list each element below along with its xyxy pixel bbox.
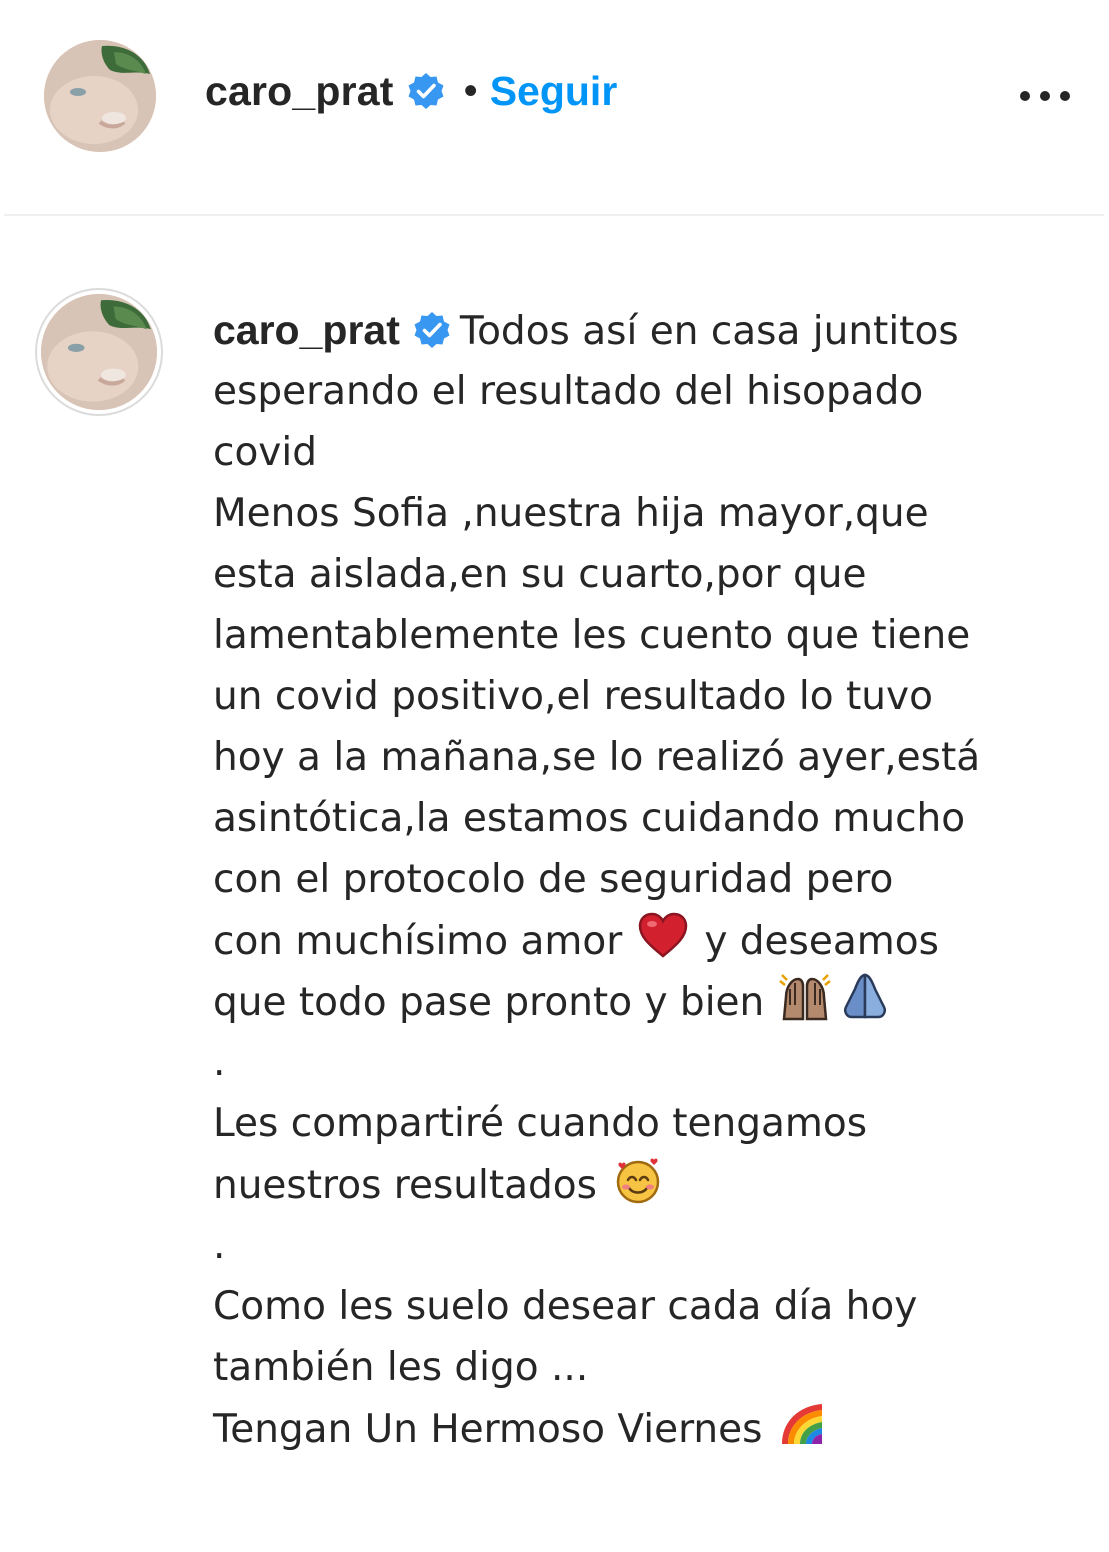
caption-line: con muchísimo amor y deseamos [213, 910, 1093, 971]
caption-line: que todo pase pronto y bien [213, 971, 1093, 1032]
heart-icon [636, 910, 690, 962]
separator-dot: • [463, 68, 478, 113]
header-identity: caro_prat • Seguir [205, 62, 617, 120]
header-divider [4, 214, 1104, 216]
caption-line: esta aislada,en su cuarto,por que [213, 552, 867, 597]
caption-avatar[interactable] [41, 294, 157, 410]
profile-avatar[interactable] [44, 40, 156, 152]
caption-text: Tengan Un Hermoso Viernes [213, 1407, 763, 1452]
raising-hands-icon [778, 971, 832, 1023]
caption-line: caro_prat Todos así en casa juntitos [213, 300, 1093, 361]
caption-line: un covid positivo,el resultado lo tuvo [213, 674, 933, 719]
caption-line: también les digo ... [213, 1345, 589, 1390]
caption-text: con muchísimo amor [213, 919, 623, 964]
caption-line: asintótica,la estamos cuidando mucho [213, 796, 966, 841]
caption-text: nuestros resultados [213, 1163, 597, 1208]
caption-line: Tengan Un Hermoso Viernes [213, 1398, 1093, 1459]
more-options-icon[interactable] [1016, 78, 1074, 114]
caption-line: . [213, 1223, 226, 1268]
caption-line: covid [213, 430, 317, 475]
profile-photo [41, 294, 157, 410]
caption-line: hoy a la mañana,se lo realizó ayer,está [213, 735, 981, 780]
caption-line: Les compartiré cuando tengamos [213, 1101, 868, 1146]
follow-button[interactable]: Seguir [490, 68, 618, 115]
caption-text: y deseamos [704, 919, 939, 964]
caption-line: con el protocolo de seguridad pero [213, 857, 894, 902]
profile-photo [44, 40, 156, 152]
caption-username[interactable]: caro_prat [213, 307, 400, 353]
caption-text: Todos así en casa juntitos [459, 309, 959, 354]
verified-badge-icon [412, 310, 452, 350]
smiling-face-with-hearts-icon [611, 1154, 665, 1206]
caption-line: lamentablemente les cuento que tiene [213, 613, 971, 658]
caption-line: esperando el resultado del hisopado [213, 369, 924, 414]
caption-line: nuestros resultados [213, 1154, 1093, 1215]
post-header: caro_prat • Seguir [0, 0, 1109, 216]
rainbow-icon [776, 1398, 830, 1450]
caption-line: . [213, 1040, 226, 1085]
caption-line: Menos Sofia ,nuestra hija mayor,que [213, 491, 929, 536]
caption-line: Como les suelo desear cada día hoy [213, 1284, 918, 1329]
post-caption: caro_prat Todos así en casa juntitos esp… [213, 300, 1093, 1459]
caption-text: que todo pase pronto y bien [213, 980, 765, 1025]
username[interactable]: caro_prat [205, 68, 394, 115]
folded-hands-icon [838, 971, 892, 1023]
verified-badge-icon [406, 71, 446, 111]
